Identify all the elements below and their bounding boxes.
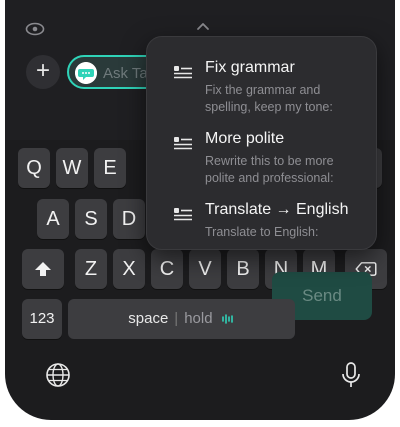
- key-e[interactable]: E: [94, 148, 126, 188]
- key-w[interactable]: W: [56, 148, 88, 188]
- eye-icon[interactable]: [25, 21, 45, 37]
- space-separator: |: [174, 310, 179, 327]
- menu-item-subtitle: Fix the grammar and spelling, keep my to…: [205, 83, 333, 114]
- key-z[interactable]: Z: [75, 249, 107, 289]
- prompt-list-icon: [174, 137, 192, 150]
- menu-item-subtitle: Translate to English:: [205, 225, 319, 239]
- plus-icon: +: [35, 57, 50, 84]
- numbers-key[interactable]: 123: [22, 299, 62, 339]
- phone-frame: + Ask Ta Q W E P A S D: [0, 0, 400, 427]
- prompt-list-icon: [174, 208, 192, 221]
- space-label: space: [128, 310, 169, 327]
- menu-item-fix-grammar[interactable]: Fix grammar Fix the grammar and spelling…: [147, 55, 376, 117]
- menu-item-subtitle: Rewrite this to be more polite and profe…: [205, 154, 334, 185]
- space-key[interactable]: space | hold: [68, 299, 295, 339]
- menu-item-title: Translate → English: [205, 201, 349, 218]
- hold-label: hold: [184, 310, 213, 327]
- microphone-icon[interactable]: [341, 361, 361, 389]
- plus-button[interactable]: +: [26, 55, 60, 89]
- key-a[interactable]: A: [37, 199, 69, 239]
- ask-input-placeholder: Ask Ta: [103, 65, 148, 82]
- shift-key[interactable]: [22, 249, 64, 289]
- waveform-icon: [221, 314, 233, 324]
- key-s[interactable]: S: [75, 199, 107, 239]
- prompt-popup-menu: Fix grammar Fix the grammar and spelling…: [146, 36, 377, 250]
- menu-item-title: Fix grammar: [205, 59, 295, 76]
- menu-item-more-polite[interactable]: More polite Rewrite this to be more poli…: [147, 126, 376, 188]
- globe-icon[interactable]: [45, 362, 71, 388]
- prompt-list-icon: [174, 66, 192, 79]
- key-d[interactable]: D: [113, 199, 145, 239]
- chevron-up-icon[interactable]: [195, 20, 211, 32]
- key-q[interactable]: Q: [18, 148, 50, 188]
- menu-item-translate-english[interactable]: Translate → English Translate to English…: [147, 197, 376, 259]
- keyboard-screen: + Ask Ta Q W E P A S D: [5, 0, 395, 420]
- key-x[interactable]: X: [113, 249, 145, 289]
- menu-item-title: More polite: [205, 130, 285, 147]
- chat-bubble-icon: [75, 62, 97, 84]
- shift-icon: [35, 262, 51, 276]
